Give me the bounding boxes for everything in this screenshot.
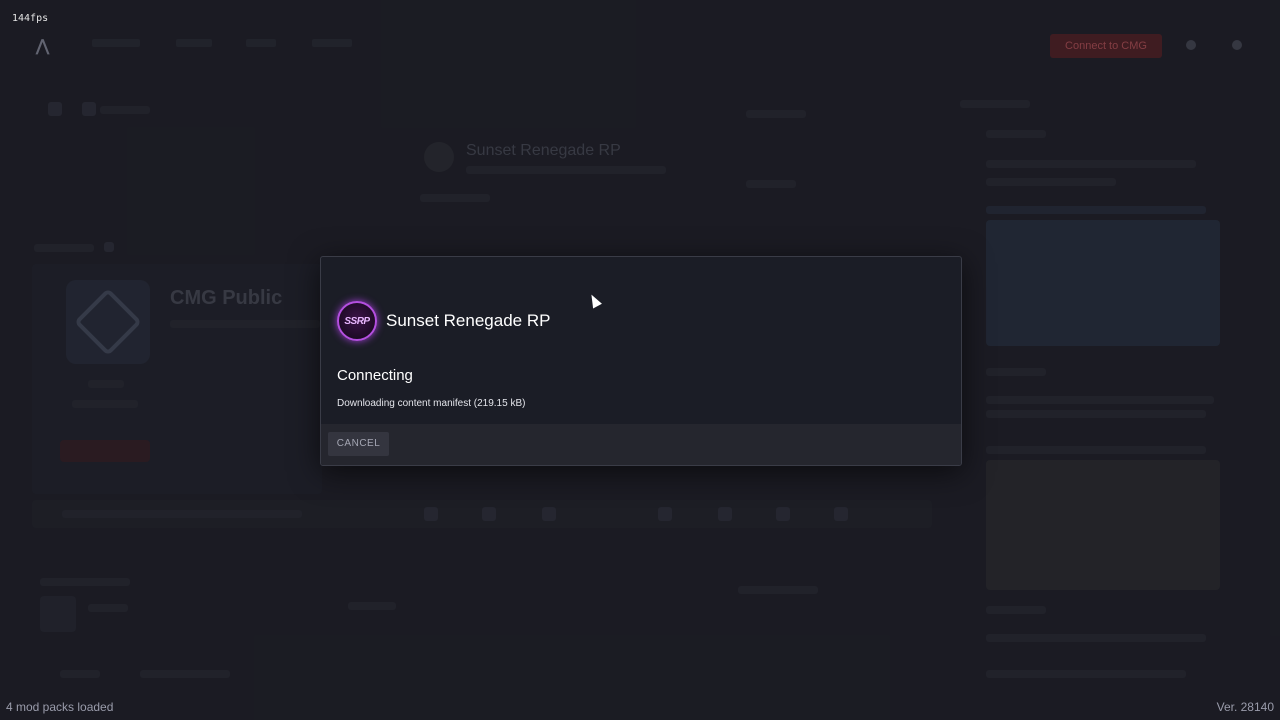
connecting-dialog: SSRP Sunset Renegade RP Connecting Downl… (320, 256, 962, 466)
connection-detail: Downloading content manifest (219.15 kB) (337, 398, 526, 409)
server-name: Sunset Renegade RP (386, 311, 551, 330)
dialog-header: SSRP Sunset Renegade RP (337, 301, 550, 341)
dialog-footer: CANCEL (321, 424, 961, 465)
mod-packs-status: 4 mod packs loaded (6, 700, 114, 714)
fps-counter: 144fps (12, 13, 49, 24)
cancel-button[interactable]: CANCEL (328, 432, 389, 456)
server-logo-text: SSRP (344, 315, 370, 327)
connection-status: Connecting (337, 367, 413, 384)
version-label: Ver. 28140 (1216, 700, 1274, 714)
server-logo: SSRP (337, 301, 377, 341)
